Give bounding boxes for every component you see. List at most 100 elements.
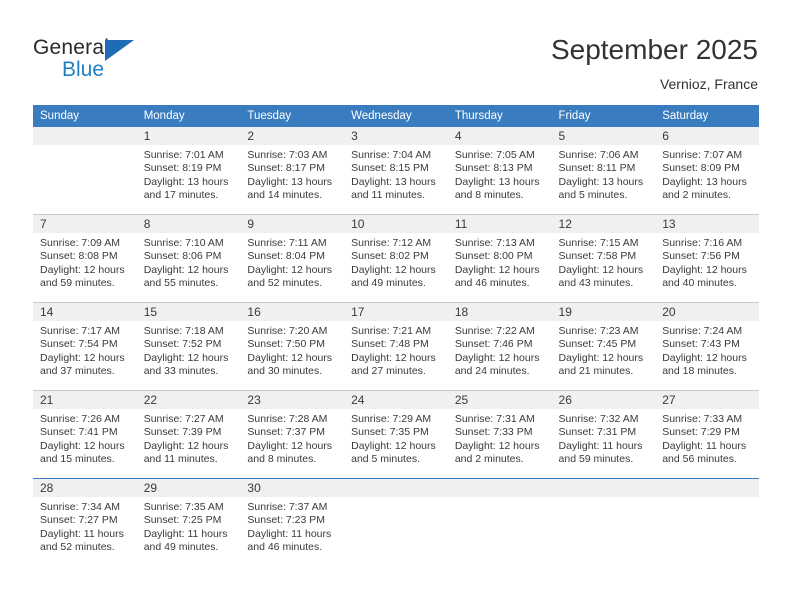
daylight-duration-line1: Daylight: 12 hours <box>662 351 747 364</box>
calendar-day-cell[interactable]: 25 Sunrise: 7:31 AM Sunset: 7:33 PM Dayligh… <box>447 390 552 479</box>
calendar-day-cell[interactable]: 13 Sunrise: 7:16 AM Sunset: 7:56 PM Dayligh… <box>655 214 759 303</box>
calendar-day-cell[interactable]: 9 Sunrise: 7:11 AM Sunset: 8:04 PM Daylight… <box>240 214 345 303</box>
calendar-day-cell[interactable]: 29 Sunrise: 7:35 AM Sunset: 7:25 PM Dayligh… <box>136 478 241 566</box>
calendar-day-cell[interactable]: 10 Sunrise: 7:12 AM Sunset: 8:02 PM Dayligh… <box>344 214 448 303</box>
daylight-duration-line1: Daylight: 12 hours <box>351 263 436 276</box>
calendar-day-cell[interactable]: 8 Sunrise: 7:10 AM Sunset: 8:06 PM Daylight… <box>136 214 241 303</box>
day-details: Sunrise: 7:37 AM Sunset: 7:23 PM Daylight:… <box>240 497 344 555</box>
day-number: 29 <box>136 479 241 497</box>
daylight-duration-line1: Daylight: 11 hours <box>143 527 228 540</box>
calendar-day-cell[interactable]: 20 Sunrise: 7:24 AM Sunset: 7:43 PM Dayligh… <box>655 302 759 391</box>
day-number: 13 <box>655 215 759 233</box>
sunset-time: Sunset: 8:09 PM <box>662 162 740 175</box>
calendar-week-row: 7 Sunrise: 7:09 AM Sunset: 8:08 PM Daylight… <box>33 214 759 303</box>
sunset-time: Sunset: 7:52 PM <box>143 338 222 351</box>
calendar-day-cell[interactable]: 22 Sunrise: 7:27 AM Sunset: 7:39 PM Dayligh… <box>136 390 241 479</box>
calendar-day-cell[interactable]: 2 Sunrise: 7:03 AM Sunset: 8:17 PM Daylight… <box>240 127 345 215</box>
day-number: 14 <box>33 303 137 321</box>
calendar-day-cell[interactable]: 28 Sunrise: 7:34 AM Sunset: 7:27 PM Dayligh… <box>33 478 137 566</box>
calendar-week-row: 14 Sunrise: 7:17 AM Sunset: 7:54 PM Dayligh… <box>33 302 759 391</box>
calendar-day-cell[interactable]: 17 Sunrise: 7:21 AM Sunset: 7:48 PM Dayligh… <box>344 302 448 391</box>
day-number: 9 <box>240 215 345 233</box>
sunset-time: Sunset: 7:45 PM <box>558 338 637 351</box>
calendar-day-cell[interactable]: 23 Sunrise: 7:28 AM Sunset: 7:37 PM Dayligh… <box>240 390 345 479</box>
sunrise-time: Sunrise: 7:21 AM <box>351 325 432 337</box>
calendar-day-cell[interactable]: 4 Sunrise: 7:05 AM Sunset: 8:13 PM Daylight… <box>447 127 552 215</box>
calendar-day-cell[interactable]: 24 Sunrise: 7:29 AM Sunset: 7:35 PM Dayligh… <box>344 390 448 479</box>
day-cell-inner <box>551 479 656 566</box>
day-details: Sunrise: 7:03 AM Sunset: 8:17 PM Daylight:… <box>240 145 344 203</box>
calendar-day-cell[interactable]: 5 Sunrise: 7:06 AM Sunset: 8:11 PM Daylight… <box>551 127 656 215</box>
calendar-day-cell[interactable]: 16 Sunrise: 7:20 AM Sunset: 7:50 PM Dayligh… <box>240 302 345 391</box>
calendar-body: 1 Sunrise: 7:01 AM Sunset: 8:19 PM Daylight… <box>33 127 759 566</box>
weekday-header-monday: Monday <box>136 105 241 127</box>
calendar-day-cell[interactable]: 3 Sunrise: 7:04 AM Sunset: 8:15 PM Daylight… <box>344 127 448 215</box>
day-cell-inner <box>33 127 137 214</box>
calendar-day-cell[interactable]: 11 Sunrise: 7:13 AM Sunset: 8:00 PM Dayligh… <box>447 214 552 303</box>
day-cell-inner: 19 Sunrise: 7:23 AM Sunset: 7:45 PM Dayligh… <box>551 303 656 390</box>
daylight-duration-line1: Daylight: 12 hours <box>247 439 333 452</box>
day-details: Sunrise: 7:32 AM Sunset: 7:31 PM Daylight:… <box>552 409 656 467</box>
day-number <box>447 479 552 497</box>
day-details: Sunrise: 7:05 AM Sunset: 8:13 PM Daylight:… <box>448 145 552 203</box>
calendar-day-cell[interactable]: 21 Sunrise: 7:26 AM Sunset: 7:41 PM Dayligh… <box>33 390 137 479</box>
daylight-duration-line1: Daylight: 11 hours <box>40 527 124 540</box>
sunrise-time: Sunrise: 7:16 AM <box>662 237 743 249</box>
daylight-duration-line2: and 40 minutes. <box>662 277 737 290</box>
calendar-day-cell[interactable]: 1 Sunrise: 7:01 AM Sunset: 8:19 PM Daylight… <box>136 127 241 215</box>
calendar-day-cell[interactable]: 7 Sunrise: 7:09 AM Sunset: 8:08 PM Daylight… <box>33 214 137 303</box>
calendar-week-row: 21 Sunrise: 7:26 AM Sunset: 7:41 PM Dayligh… <box>33 390 759 479</box>
general-blue-logo[interactable]: General Blue <box>33 36 153 86</box>
calendar-day-cell[interactable]: 15 Sunrise: 7:18 AM Sunset: 7:52 PM Dayligh… <box>136 302 241 391</box>
sunset-time: Sunset: 8:04 PM <box>247 250 326 263</box>
weekday-header-friday: Friday <box>551 105 656 127</box>
day-details: Sunrise: 7:11 AM Sunset: 8:04 PM Daylight:… <box>240 233 344 291</box>
daylight-duration-line1: Daylight: 13 hours <box>247 175 333 188</box>
day-cell-inner: 18 Sunrise: 7:22 AM Sunset: 7:46 PM Dayligh… <box>447 303 552 390</box>
sunrise-time: Sunrise: 7:05 AM <box>454 149 535 161</box>
calendar-day-cell[interactable]: 19 Sunrise: 7:23 AM Sunset: 7:45 PM Dayligh… <box>551 302 656 391</box>
daylight-duration-line1: Daylight: 12 hours <box>454 263 540 276</box>
daylight-duration-line1: Daylight: 12 hours <box>40 439 125 452</box>
day-number: 8 <box>136 215 241 233</box>
sunrise-time: Sunrise: 7:37 AM <box>247 501 328 513</box>
weekday-header-saturday: Saturday <box>655 105 759 127</box>
day-number: 11 <box>447 215 552 233</box>
calendar-day-cell[interactable]: 6 Sunrise: 7:07 AM Sunset: 8:09 PM Daylight… <box>655 127 759 215</box>
day-number: 5 <box>551 127 656 145</box>
calendar-day-cell[interactable]: 14 Sunrise: 7:17 AM Sunset: 7:54 PM Dayligh… <box>33 302 137 391</box>
day-number <box>33 127 137 145</box>
day-details: Sunrise: 7:06 AM Sunset: 8:11 PM Daylight:… <box>552 145 656 203</box>
daylight-duration-line2: and 24 minutes. <box>454 365 530 378</box>
daylight-duration-line1: Daylight: 12 hours <box>351 351 436 364</box>
sunset-time: Sunset: 8:15 PM <box>351 162 429 175</box>
day-details: Sunrise: 7:10 AM Sunset: 8:06 PM Daylight:… <box>137 233 241 291</box>
weekday-header-wednesday: Wednesday <box>344 105 448 127</box>
calendar-day-cell[interactable]: 30 Sunrise: 7:37 AM Sunset: 7:23 PM Dayligh… <box>240 478 345 566</box>
day-number: 30 <box>240 479 345 497</box>
day-cell-inner: 28 Sunrise: 7:34 AM Sunset: 7:27 PM Dayligh… <box>33 479 137 566</box>
sunrise-time: Sunrise: 7:18 AM <box>143 325 224 337</box>
day-details: Sunrise: 7:04 AM Sunset: 8:15 PM Daylight:… <box>344 145 448 203</box>
calendar-day-cell[interactable]: 26 Sunrise: 7:32 AM Sunset: 7:31 PM Dayligh… <box>551 390 656 479</box>
day-number: 24 <box>344 391 448 409</box>
calendar-day-cell[interactable]: 27 Sunrise: 7:33 AM Sunset: 7:29 PM Dayligh… <box>655 390 759 479</box>
daylight-duration-line2: and 46 minutes. <box>247 541 323 554</box>
calendar-day-cell[interactable]: 12 Sunrise: 7:15 AM Sunset: 7:58 PM Dayligh… <box>551 214 656 303</box>
daylight-duration-line2: and 56 minutes. <box>662 453 737 466</box>
day-cell-inner: 26 Sunrise: 7:32 AM Sunset: 7:31 PM Dayligh… <box>551 391 656 478</box>
daylight-duration-line2: and 5 minutes. <box>558 189 628 202</box>
day-details: Sunrise: 7:34 AM Sunset: 7:27 PM Daylight:… <box>33 497 137 555</box>
calendar-empty-cell <box>344 478 448 566</box>
sunrise-time: Sunrise: 7:04 AM <box>351 149 432 161</box>
day-number: 2 <box>240 127 345 145</box>
day-details: Sunrise: 7:01 AM Sunset: 8:19 PM Daylight:… <box>137 145 241 203</box>
daylight-duration-line1: Daylight: 12 hours <box>558 263 644 276</box>
day-cell-inner: 4 Sunrise: 7:05 AM Sunset: 8:13 PM Daylight… <box>447 127 552 214</box>
page-header: General Blue September 2025 Vernioz, Fra… <box>0 0 792 104</box>
day-number: 28 <box>33 479 137 497</box>
sunrise-time: Sunrise: 7:07 AM <box>662 149 743 161</box>
daylight-duration-line2: and 27 minutes. <box>351 365 426 378</box>
calendar-day-cell[interactable]: 18 Sunrise: 7:22 AM Sunset: 7:46 PM Dayligh… <box>447 302 552 391</box>
daylight-duration-line1: Daylight: 11 hours <box>247 527 332 540</box>
